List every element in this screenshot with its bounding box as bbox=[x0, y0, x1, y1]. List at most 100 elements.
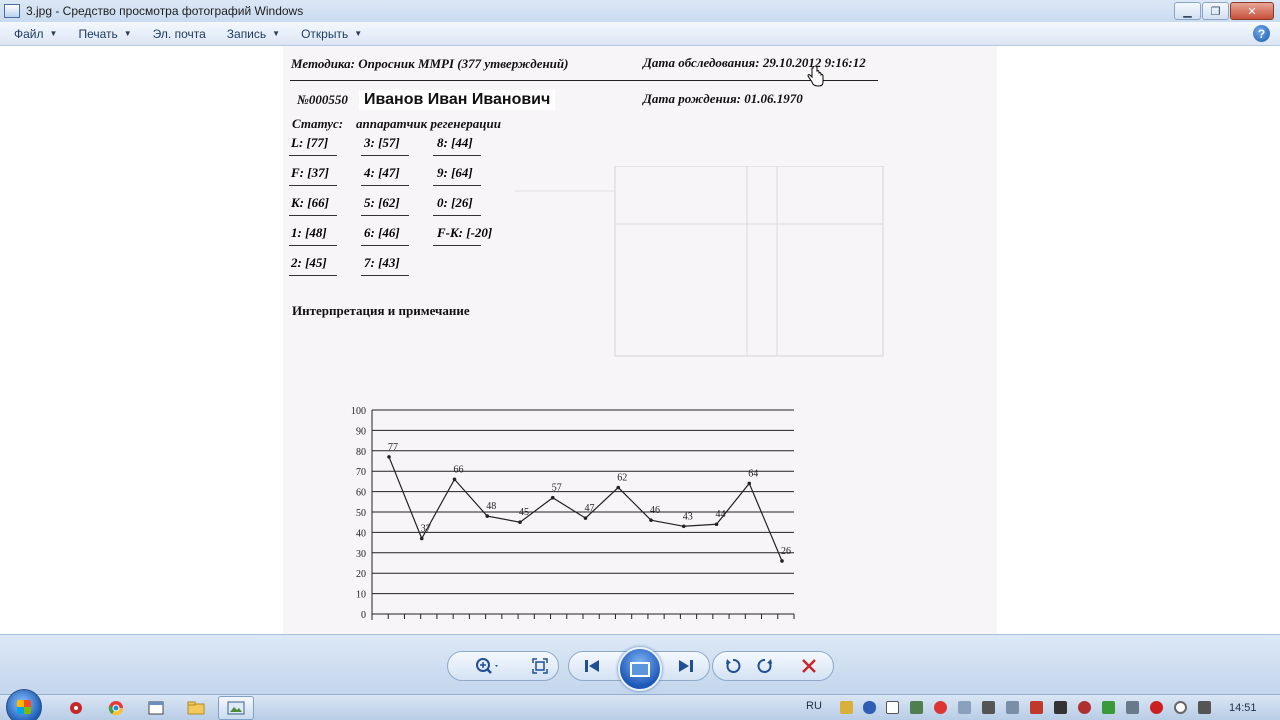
y-tick-label: 90 bbox=[356, 426, 366, 437]
taskbar-explorer-icon[interactable] bbox=[178, 696, 214, 720]
score-underline bbox=[433, 155, 481, 156]
data-label: 44 bbox=[716, 509, 726, 520]
language-indicator[interactable]: RU bbox=[806, 700, 822, 712]
score-7: 7: [43] bbox=[364, 255, 400, 270]
data-label: 66 bbox=[454, 464, 464, 475]
taskbar: RU 14:51 bbox=[0, 689, 1280, 720]
rotate-right-icon[interactable] bbox=[756, 657, 774, 675]
tray-green-icon[interactable] bbox=[1102, 701, 1115, 714]
data-label: 26 bbox=[781, 546, 791, 557]
score-underline bbox=[289, 275, 337, 276]
taskbar-clock[interactable]: 14:51 bbox=[1229, 702, 1257, 714]
minimize-button[interactable]: ▁ bbox=[1174, 2, 1201, 20]
maximize-button[interactable]: ❐ bbox=[1202, 2, 1229, 20]
y-tick-label: 50 bbox=[356, 508, 366, 519]
close-button[interactable]: ✕ bbox=[1230, 2, 1274, 20]
menu-email-label: Эл. почта bbox=[152, 26, 206, 41]
patient-name: Иванов Иван Иванович bbox=[359, 90, 556, 110]
data-point bbox=[780, 559, 784, 563]
data-point bbox=[681, 524, 686, 529]
chevron-down-icon: ▼ bbox=[123, 29, 132, 38]
menu-print[interactable]: Печать ▼ bbox=[64, 27, 138, 41]
window-title: 3.jpg - Средство просмотра фотографий Wi… bbox=[26, 4, 304, 18]
score-0: 0: [26] bbox=[437, 195, 473, 210]
menu-burn[interactable]: Запись ▼ bbox=[213, 27, 287, 41]
data-label: 37 bbox=[421, 524, 431, 535]
zoom-icon[interactable] bbox=[474, 657, 502, 675]
score-underline bbox=[361, 215, 409, 216]
help-icon[interactable]: ? bbox=[1253, 25, 1270, 42]
previous-icon[interactable] bbox=[583, 657, 601, 675]
data-point bbox=[387, 455, 391, 459]
score-K: K: [66] bbox=[291, 195, 329, 210]
tray-arrow-icon[interactable] bbox=[910, 701, 923, 714]
hand-cursor-icon bbox=[807, 66, 824, 87]
slideshow-button[interactable] bbox=[618, 647, 662, 691]
window-controls: ▁ ❐ ✕ bbox=[1174, 2, 1274, 20]
header-divider bbox=[290, 80, 878, 81]
data-point bbox=[419, 536, 424, 541]
taskbar-app-red-icon[interactable] bbox=[58, 696, 94, 720]
taskbar-photo-viewer-icon[interactable] bbox=[218, 696, 254, 720]
score-F-K: F-K: [-20] bbox=[437, 225, 493, 240]
tray-red-app-icon[interactable] bbox=[1150, 701, 1163, 714]
data-point bbox=[452, 477, 457, 482]
taskbar-window-icon[interactable] bbox=[138, 696, 174, 720]
menu-email[interactable]: Эл. почта bbox=[139, 27, 213, 41]
data-label: 64 bbox=[748, 468, 758, 479]
shield-icon[interactable] bbox=[840, 701, 853, 714]
tray-cursor-icon[interactable] bbox=[982, 701, 995, 714]
start-button[interactable] bbox=[6, 689, 42, 720]
data-label: 45 bbox=[519, 507, 529, 518]
data-point bbox=[616, 485, 621, 490]
taskbar-chrome-icon[interactable] bbox=[98, 696, 134, 720]
menu-file[interactable]: Файл ▼ bbox=[0, 27, 64, 41]
score-underline bbox=[433, 185, 481, 186]
tray-circle-icon[interactable] bbox=[1174, 701, 1187, 714]
score-underline bbox=[289, 245, 337, 246]
data-label: 48 bbox=[486, 501, 496, 512]
tray-network-icon[interactable] bbox=[958, 701, 971, 714]
tray-chat-icon[interactable] bbox=[1126, 701, 1139, 714]
tray-flag-icon[interactable] bbox=[1030, 701, 1043, 714]
data-point bbox=[747, 481, 752, 486]
menu-burn-label: Запись bbox=[226, 26, 267, 41]
tray-chrome-icon[interactable] bbox=[934, 701, 947, 714]
record-number: №000550 bbox=[297, 92, 348, 107]
score-6: 6: [46] bbox=[364, 225, 400, 240]
menu-file-label: Файл bbox=[14, 26, 44, 41]
photo-view-area[interactable]: Методика: Опросник MMPI (377 утверждений… bbox=[0, 46, 1280, 634]
data-point bbox=[649, 518, 653, 522]
title-bar: 3.jpg - Средство просмотра фотографий Wi… bbox=[0, 0, 1280, 22]
volume-icon[interactable] bbox=[1006, 701, 1019, 714]
score-underline bbox=[433, 215, 481, 216]
bluetooth-icon[interactable] bbox=[863, 701, 876, 714]
chevron-down-icon: ▼ bbox=[49, 29, 58, 38]
interpretation-heading: Интерпретация и примечание bbox=[292, 303, 470, 318]
rotate-left-icon[interactable] bbox=[724, 657, 742, 675]
tray-power-icon[interactable] bbox=[1198, 701, 1211, 714]
delete-icon[interactable] bbox=[800, 657, 818, 675]
score-underline bbox=[289, 185, 337, 186]
menu-print-label: Печать bbox=[78, 26, 118, 41]
status-label: Статус: bbox=[292, 116, 344, 131]
data-point bbox=[518, 520, 522, 524]
menu-bar: Файл ▼ Печать ▼ Эл. почта Запись ▼ Откры… bbox=[0, 22, 1280, 46]
data-point bbox=[550, 495, 555, 500]
next-icon[interactable] bbox=[677, 657, 695, 675]
y-tick-label: 100 bbox=[351, 406, 366, 417]
chevron-down-icon: ▼ bbox=[354, 29, 363, 38]
mmpi-profile-chart: 0102030405060708090100LFK123456789077376… bbox=[351, 406, 795, 634]
actual-size-icon[interactable] bbox=[531, 657, 549, 675]
slideshow-icon bbox=[630, 661, 650, 677]
score-1: 1: [48] bbox=[291, 225, 327, 240]
y-tick-label: 60 bbox=[356, 488, 366, 499]
score-underline bbox=[361, 185, 409, 186]
tray-antivirus-icon[interactable] bbox=[1078, 701, 1091, 714]
score-underline bbox=[361, 275, 409, 276]
tray-window-icon[interactable] bbox=[886, 701, 899, 714]
score-8: 8: [44] bbox=[437, 135, 473, 150]
tray-usb-icon[interactable] bbox=[1054, 701, 1067, 714]
data-label: 77 bbox=[388, 442, 398, 453]
menu-open[interactable]: Открыть ▼ bbox=[287, 27, 369, 41]
